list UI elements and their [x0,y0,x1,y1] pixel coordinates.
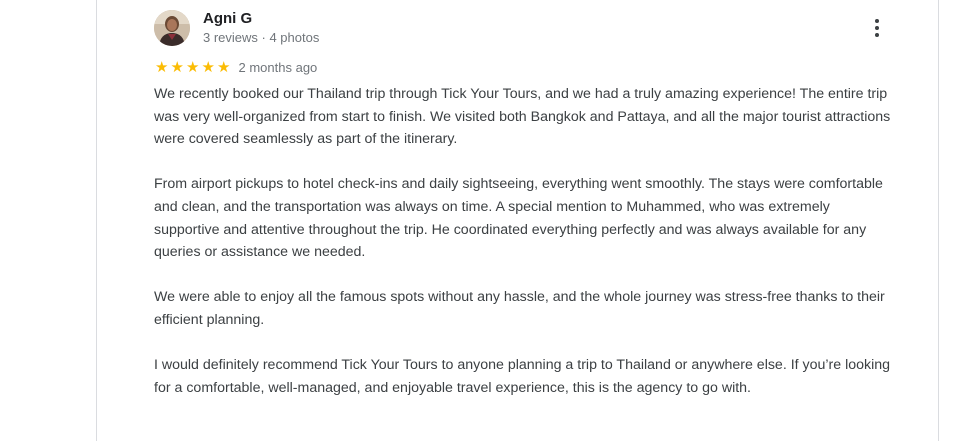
review-page: Agni G 3 reviews · 4 photos ★ ★ ★ ★ ★ 2 mont… [0,0,961,441]
rating-row: ★ ★ ★ ★ ★ 2 months ago [154,58,894,76]
review-card: Agni G 3 reviews · 4 photos ★ ★ ★ ★ ★ 2 mont… [154,8,894,422]
review-paragraph: We were able to enjoy all the famous spo… [154,289,885,328]
star-icon: ★ [186,57,200,76]
review-header: Agni G 3 reviews · 4 photos [154,8,894,48]
star-icon: ★ [217,57,231,76]
author-meta: 3 reviews · 4 photos [203,30,320,45]
review-body: We recently booked our Thailand trip thr… [154,83,894,399]
star-rating: ★ ★ ★ ★ ★ [154,57,232,76]
review-paragraph: From airport pickups to hotel check-ins … [154,176,883,261]
left-divider [96,0,97,441]
more-vert-icon-dot [875,33,879,37]
author-block: Agni G 3 reviews · 4 photos [203,10,319,46]
star-icon: ★ [201,57,215,76]
star-icon: ★ [170,57,184,76]
more-vert-icon [875,19,879,23]
more-options-button[interactable] [870,16,884,40]
review-paragraph: I would definitely recommend Tick Your T… [154,357,891,396]
more-vert-icon-dot [875,26,879,30]
avatar-photo-icon [154,10,190,46]
author-name[interactable]: Agni G [203,10,319,28]
right-divider [938,0,939,441]
review-date: 2 months ago [238,59,318,75]
avatar[interactable] [154,10,190,46]
review-paragraph: We recently booked our Thailand trip thr… [154,86,891,148]
star-icon: ★ [155,57,169,76]
